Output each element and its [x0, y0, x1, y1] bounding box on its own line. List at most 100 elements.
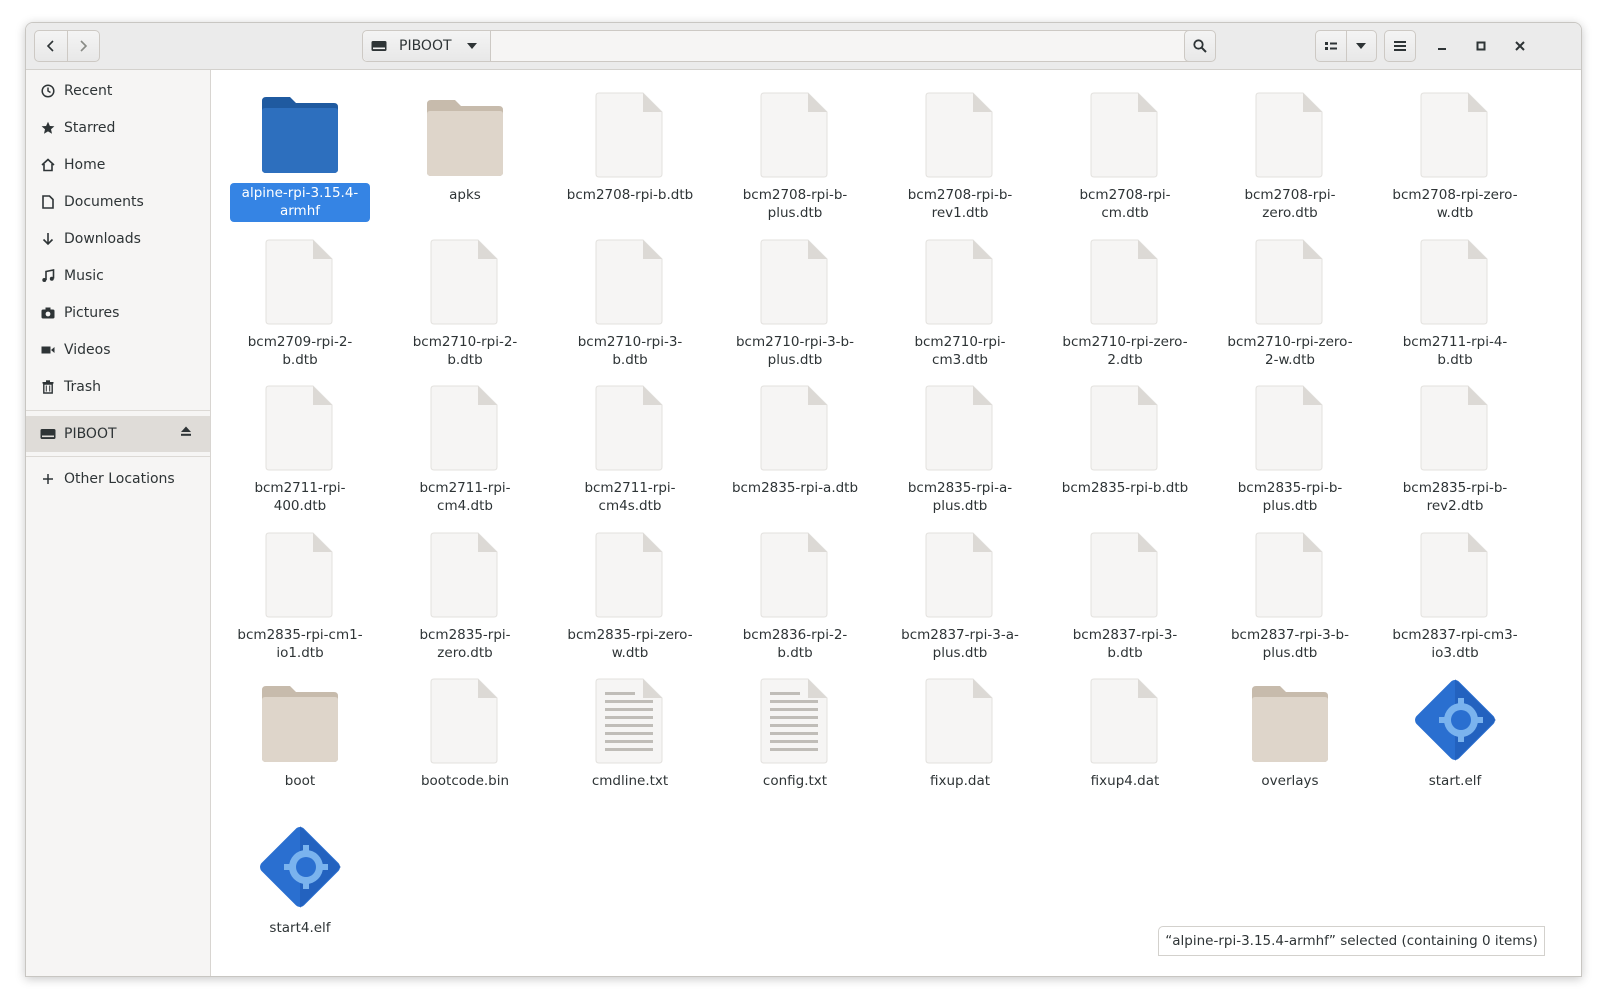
file-item[interactable]: bcm2837-rpi-3-b.dtb: [1055, 522, 1195, 662]
folder-icon: [252, 674, 348, 764]
file-item[interactable]: bcm2710-rpi-3-b-plus.dtb: [725, 229, 865, 369]
file-icon: [1077, 88, 1173, 178]
file-item[interactable]: bcm2835-rpi-b-plus.dtb: [1220, 375, 1360, 515]
main-menu-button[interactable]: [1384, 30, 1416, 62]
text-file-icon: [582, 674, 678, 764]
sidebar-item-label: Home: [64, 157, 106, 173]
file-icon: [1077, 674, 1173, 764]
file-name: bcm2837-rpi-3-a-plus.dtb: [901, 626, 1019, 661]
file-item[interactable]: fixup.dat: [890, 668, 1030, 808]
file-item[interactable]: bcm2837-rpi-3-a-plus.dtb: [890, 522, 1030, 662]
file-item[interactable]: bcm2710-rpi-cm3.dtb: [890, 229, 1030, 369]
download-icon: [40, 231, 56, 247]
file-item[interactable]: bcm2708-rpi-cm.dtb: [1055, 82, 1195, 222]
file-item[interactable]: apks: [395, 82, 535, 222]
file-item[interactable]: alpine-rpi-3.15.4-armhf: [230, 82, 370, 222]
file-item[interactable]: bcm2708-rpi-b.dtb: [560, 82, 700, 222]
file-name: start4.elf: [269, 919, 331, 936]
file-item[interactable]: bcm2708-rpi-b-plus.dtb: [725, 82, 865, 222]
sidebar-item-recent[interactable]: Recent: [26, 74, 210, 108]
file-icon: [1242, 235, 1338, 325]
sidebar-item-home[interactable]: Home: [26, 148, 210, 182]
sidebar-item-piboot[interactable]: PIBOOT: [26, 416, 210, 452]
sidebar-item-downloads[interactable]: Downloads: [26, 222, 210, 256]
minimize-button[interactable]: [1430, 34, 1454, 58]
trash-icon: [40, 379, 56, 395]
file-item[interactable]: bcm2835-rpi-zero.dtb: [395, 522, 535, 662]
view-buttons: [1315, 30, 1377, 62]
chevron-right-icon: [80, 40, 88, 52]
file-item[interactable]: bootcode.bin: [395, 668, 535, 808]
file-name: bcm2711-rpi-400.dtb: [254, 480, 346, 514]
file-item[interactable]: start4.elf: [230, 815, 370, 955]
file-item[interactable]: bcm2710-rpi-2-b.dtb: [395, 229, 535, 369]
sidebar-item-documents[interactable]: Documents: [26, 185, 210, 219]
file-item[interactable]: bcm2835-rpi-cm1-io1.dtb: [230, 522, 370, 662]
search-button[interactable]: [1184, 30, 1216, 62]
sidebar-item-starred[interactable]: Starred: [26, 111, 210, 145]
back-button[interactable]: [35, 31, 67, 61]
file-item[interactable]: bcm2837-rpi-3-b-plus.dtb: [1220, 522, 1360, 662]
file-item[interactable]: bcm2710-rpi-zero-2-w.dtb: [1220, 229, 1360, 369]
file-name: bcm2835-rpi-cm1-io1.dtb: [237, 626, 363, 661]
file-icon: [582, 381, 678, 471]
file-item[interactable]: bcm2708-rpi-zero-w.dtb: [1385, 82, 1525, 222]
sidebar-item-label: Starred: [64, 120, 116, 136]
file-item[interactable]: bcm2710-rpi-3-b.dtb: [560, 229, 700, 369]
forward-button[interactable]: [66, 31, 100, 61]
sidebar-item-other-locations[interactable]: Other Locations: [26, 462, 210, 496]
file-icon: [417, 674, 513, 764]
file-item[interactable]: bcm2835-rpi-a-plus.dtb: [890, 375, 1030, 515]
file-item[interactable]: bcm2835-rpi-a.dtb: [725, 375, 865, 515]
sidebar-item-label: Pictures: [64, 305, 120, 321]
file-item[interactable]: fixup4.dat: [1055, 668, 1195, 808]
minimize-icon: [1438, 48, 1446, 50]
file-item[interactable]: bcm2711-rpi-cm4s.dtb: [560, 375, 700, 515]
camera-icon: [40, 305, 56, 321]
file-item[interactable]: bcm2711-rpi-400.dtb: [230, 375, 370, 515]
file-item[interactable]: bcm2710-rpi-zero-2.dtb: [1055, 229, 1195, 369]
file-name: start.elf: [1428, 773, 1482, 789]
sidebar-separator: [26, 410, 210, 411]
file-item[interactable]: config.txt: [725, 668, 865, 808]
executable-icon: [252, 821, 348, 911]
chevron-left-icon: [46, 40, 54, 52]
file-item[interactable]: bcm2837-rpi-cm3-io3.dtb: [1385, 522, 1525, 662]
file-item[interactable]: bcm2835-rpi-b.dtb: [1055, 375, 1195, 515]
file-grid: alpine-rpi-3.15.4-armhf apks bcm2708-rpi-b…: [211, 70, 1581, 976]
file-name: bcm2711-rpi-cm4.dtb: [419, 480, 511, 514]
file-item[interactable]: bcm2836-rpi-2-b.dtb: [725, 522, 865, 662]
path-bar[interactable]: PIBOOT: [362, 30, 1198, 62]
document-icon: [40, 194, 56, 210]
view-options-button[interactable]: [1345, 31, 1377, 61]
file-item[interactable]: bcm2709-rpi-2-b.dtb: [230, 229, 370, 369]
hamburger-icon: [1394, 41, 1406, 51]
location-button[interactable]: PIBOOT: [363, 31, 491, 61]
file-item[interactable]: bcm2711-rpi-cm4.dtb: [395, 375, 535, 515]
file-name: bcm2711-rpi-cm4s.dtb: [584, 480, 676, 514]
file-item[interactable]: bcm2708-rpi-zero.dtb: [1220, 82, 1360, 222]
file-name: bcm2835-rpi-b.dtb: [1061, 480, 1189, 496]
file-name: bcm2710-rpi-zero-2.dtb: [1062, 333, 1188, 368]
sidebar-item-videos[interactable]: Videos: [26, 333, 210, 367]
close-button[interactable]: [1508, 34, 1532, 58]
file-item[interactable]: start.elf: [1385, 668, 1525, 808]
sidebar-item-trash[interactable]: Trash: [26, 370, 210, 404]
location-label: PIBOOT: [399, 38, 452, 54]
file-item[interactable]: bcm2708-rpi-b-rev1.dtb: [890, 82, 1030, 222]
file-item[interactable]: cmdline.txt: [560, 668, 700, 808]
maximize-icon: [1476, 41, 1486, 51]
file-item[interactable]: bcm2835-rpi-zero-w.dtb: [560, 522, 700, 662]
view-toggle-button[interactable]: [1316, 31, 1346, 61]
file-item[interactable]: overlays: [1220, 668, 1360, 808]
sidebar-item-music[interactable]: Music: [26, 259, 210, 293]
maximize-button[interactable]: [1469, 34, 1493, 58]
sidebar-item-pictures[interactable]: Pictures: [26, 296, 210, 330]
file-item[interactable]: bcm2711-rpi-4-b.dtb: [1385, 229, 1525, 369]
file-item[interactable]: boot: [230, 668, 370, 808]
file-name: bcm2835-rpi-a-plus.dtb: [907, 480, 1013, 514]
file-name: bootcode.bin: [420, 773, 510, 789]
file-item[interactable]: bcm2835-rpi-b-rev2.dtb: [1385, 375, 1525, 515]
file-icon: [912, 235, 1008, 325]
eject-icon[interactable]: [180, 425, 192, 441]
